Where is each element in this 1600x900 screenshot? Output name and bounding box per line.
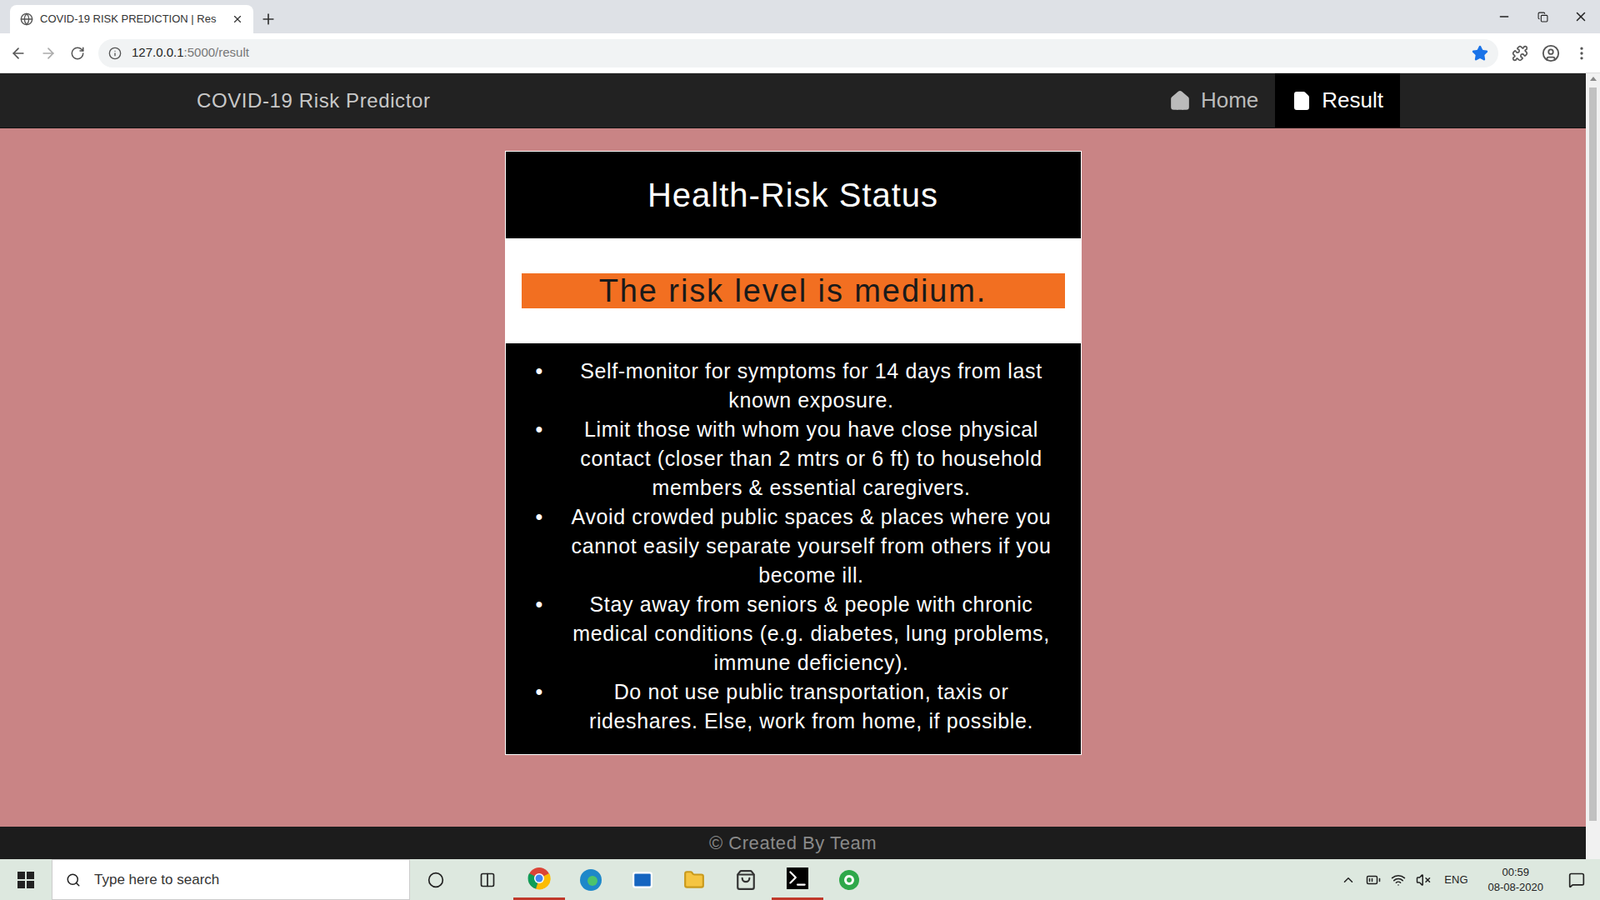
nav-link[interactable]: Home: [1152, 73, 1275, 128]
forward-icon[interactable]: [40, 45, 57, 62]
nav-link[interactable]: Result: [1275, 73, 1400, 128]
risk-card: Health-Risk Status The risk level is medi…: [505, 150, 1082, 755]
page-viewport: COVID-19 Risk Predictor HomeResult Health-…: [0, 73, 1600, 860]
chrome-button[interactable]: [513, 859, 565, 900]
nav-links: HomeResult: [1152, 73, 1586, 128]
clock[interactable]: 00:5908-08-2020: [1481, 865, 1551, 895]
browser-tab[interactable]: COVID-19 RISK PREDICTION | Res: [10, 5, 254, 34]
task-view-icon: [479, 871, 496, 889]
info-icon: [108, 46, 122, 60]
scrollbar[interactable]: [1585, 73, 1600, 860]
edge-button[interactable]: [565, 859, 617, 900]
app-button[interactable]: [823, 859, 875, 900]
close-tab-icon[interactable]: [231, 13, 244, 25]
browser-toolbar: 127.0.0.1:5000/result: [0, 33, 1600, 74]
close-button[interactable]: [1561, 0, 1600, 34]
profile-icon[interactable]: [1541, 44, 1560, 63]
edge-icon: [579, 868, 603, 892]
advice-item: •Do not use public transportation, taxis…: [535, 677, 1066, 736]
minimize-button[interactable]: [1485, 0, 1524, 34]
file-icon: [1291, 90, 1312, 111]
chevron-up-icon[interactable]: [1340, 872, 1356, 888]
plus-icon: [260, 10, 277, 28]
page: COVID-19 Risk Predictor HomeResult Health-…: [0, 73, 1586, 860]
notifications-icon: [1568, 871, 1585, 889]
brand[interactable]: COVID-19 Risk Predictor: [0, 85, 431, 116]
cortana-button[interactable]: [410, 859, 462, 900]
taskbar-search[interactable]: Type here to search: [51, 859, 410, 900]
store-icon: [735, 869, 757, 891]
advice-item: •Stay away from seniors & people with ch…: [535, 590, 1066, 678]
navbar: COVID-19 Risk Predictor HomeResult: [0, 73, 1586, 129]
reload-icon[interactable]: [70, 45, 85, 61]
bullet-icon: •: [535, 502, 558, 590]
advice-item: •Self-monitor for symptoms for 14 days f…: [535, 356, 1066, 415]
tab-strip: COVID-19 RISK PREDICTION | Res: [0, 0, 1600, 34]
battery-icon[interactable]: [1365, 872, 1381, 888]
bullet-icon: •: [535, 415, 558, 503]
minimize-icon: [1497, 10, 1511, 24]
advice-item: •Avoid crowded public spaces & places wh…: [535, 502, 1066, 590]
start-button[interactable]: [0, 859, 52, 900]
back-icon[interactable]: [10, 45, 27, 62]
mail-icon: [631, 869, 654, 891]
window-controls: [1485, 0, 1600, 34]
chrome-icon: [527, 866, 551, 890]
advice-list: •Self-monitor for symptoms for 14 days f…: [505, 343, 1081, 755]
mail-button[interactable]: [616, 859, 669, 900]
menu-icon[interactable]: [1573, 45, 1590, 62]
store-button[interactable]: [720, 859, 772, 900]
globe-icon: [20, 12, 34, 26]
explorer-button[interactable]: [668, 859, 720, 900]
close-icon: [1573, 9, 1589, 25]
windows-logo-icon: [17, 871, 35, 889]
folder-icon: [683, 869, 705, 891]
language-indicator[interactable]: ENG: [1440, 871, 1471, 889]
bullet-icon: •: [535, 677, 558, 736]
search-icon: [65, 872, 81, 888]
bullet-icon: •: [535, 590, 558, 678]
task-view-button[interactable]: [461, 859, 514, 900]
card-header: Health-Risk Status: [505, 151, 1081, 239]
address-text: 127.0.0.1:5000/result: [131, 43, 1462, 63]
scrollbar-thumb[interactable]: [1589, 87, 1597, 821]
restore-icon: [1537, 11, 1549, 23]
risk-section: The risk level is medium.: [505, 238, 1081, 344]
footer: © Created By Team: [0, 826, 1586, 860]
taskbar: Type here to search ENG 00:5908-08-2020: [0, 859, 1600, 900]
cortana-icon: [427, 871, 445, 889]
bookmark-star-icon[interactable]: [1471, 45, 1489, 62]
volume-muted-icon[interactable]: [1415, 872, 1431, 888]
app-icon: [838, 869, 860, 891]
content-background: Health-Risk Status The risk level is medi…: [0, 128, 1586, 827]
terminal-button[interactable]: [771, 859, 824, 900]
tab-title: COVID-19 RISK PREDICTION | Res: [40, 10, 225, 28]
advice-item: •Limit those with whom you have close ph…: [535, 415, 1066, 503]
bullet-icon: •: [535, 356, 558, 415]
address-bar[interactable]: 127.0.0.1:5000/result: [98, 39, 1499, 68]
risk-level-banner: The risk level is medium.: [521, 273, 1065, 309]
extensions-icon[interactable]: [1511, 45, 1529, 62]
restore-button[interactable]: [1523, 0, 1562, 34]
notifications-button[interactable]: [1560, 871, 1594, 889]
home-icon: [1169, 90, 1191, 112]
screen: COVID-19 RISK PREDICTION | Res 127.0.0.1:…: [0, 0, 1600, 900]
terminal-icon: [786, 867, 809, 890]
new-tab-button[interactable]: [253, 5, 284, 34]
system-tray: ENG 00:5908-08-2020: [1340, 865, 1600, 895]
wifi-icon[interactable]: [1390, 872, 1406, 888]
